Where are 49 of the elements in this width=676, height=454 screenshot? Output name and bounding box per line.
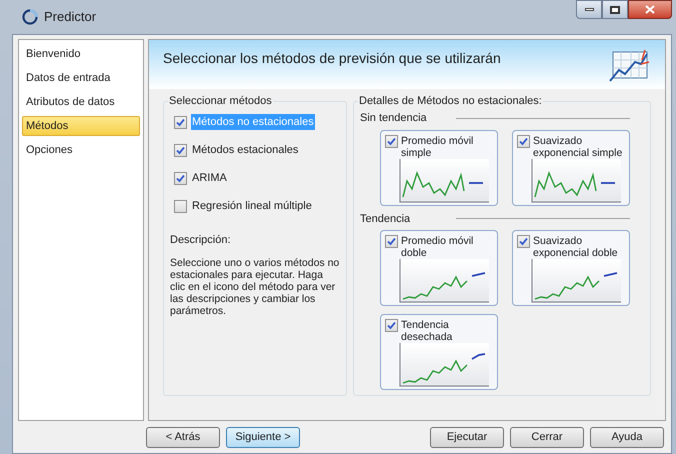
checkbox[interactable] <box>174 144 187 156</box>
method-card[interactable]: Promedio móvil simple <box>380 130 498 206</box>
maximize-button[interactable] <box>602 0 628 19</box>
checkbox[interactable] <box>517 235 530 248</box>
checkbox[interactable] <box>174 116 187 128</box>
checkbox[interactable] <box>174 200 187 212</box>
section-title: Tendencia <box>360 212 412 226</box>
description-label: Descripción: <box>170 233 232 248</box>
line-chart-icon[interactable] <box>531 259 621 303</box>
sidebar-item[interactable]: Atributos de datos <box>22 92 140 112</box>
method-label: Suavizado exponencial doble <box>533 235 619 259</box>
checkbox[interactable] <box>174 172 187 184</box>
checkbox-label[interactable]: ARIMA <box>191 170 228 186</box>
method-label: Suavizado exponencial simple <box>533 134 624 158</box>
checkbox[interactable] <box>385 319 398 332</box>
checkbox[interactable] <box>517 134 530 148</box>
method-label: Tendencia desechada <box>401 319 454 343</box>
line-chart-icon[interactable] <box>399 259 489 303</box>
description-text: Seleccione uno o varios métodos no estacionales para ejecutar. Haga clic en el icono del método para ver las descripciones y cambiar los parámetros. <box>170 256 340 316</box>
app-logo-icon <box>22 9 38 25</box>
minimize-button[interactable] <box>576 0 602 19</box>
sidebar-item[interactable]: Opciones <box>22 140 140 160</box>
dialog-button[interactable]: Cerrar <box>510 426 584 448</box>
checkbox[interactable] <box>385 134 398 148</box>
checkbox-label[interactable]: Métodos estacionales <box>191 142 300 158</box>
section-title: Sin tendencia <box>360 111 428 126</box>
window-title: Predictor <box>44 8 96 26</box>
line-chart-icon[interactable] <box>531 158 621 202</box>
close-button[interactable] <box>628 0 672 19</box>
method-card[interactable]: Suavizado exponencial doble <box>512 230 630 306</box>
checkbox[interactable] <box>385 235 398 248</box>
dialog-button[interactable]: Ayuda <box>590 426 664 448</box>
chart-icon <box>609 48 651 82</box>
line-chart-icon[interactable] <box>399 158 489 202</box>
sidebar-item[interactable]: Bienvenido <box>22 44 140 64</box>
method-card[interactable]: Suavizado exponencial simple <box>512 130 630 206</box>
page-title: Seleccionar los métodos de previsión que se utilizarán <box>163 49 501 68</box>
dialog-button[interactable]: Siguiente > <box>226 426 300 448</box>
sidebar-item[interactable]: Métodos <box>22 116 140 136</box>
close-icon <box>645 5 655 14</box>
method-label: Promedio móvil simple <box>401 134 474 158</box>
method-card[interactable]: Promedio móvil doble <box>380 230 498 306</box>
dialog-button[interactable]: < Atrás <box>146 426 220 448</box>
dialog-button[interactable]: Ejecutar <box>430 426 504 448</box>
checkbox-label[interactable]: Regresión lineal múltiple <box>191 198 313 214</box>
method-card[interactable]: Tendencia desechada <box>380 314 498 390</box>
line-chart-icon[interactable] <box>399 343 489 387</box>
sidebar-item[interactable]: Datos de entrada <box>22 68 140 88</box>
method-label: Promedio móvil doble <box>401 235 474 259</box>
